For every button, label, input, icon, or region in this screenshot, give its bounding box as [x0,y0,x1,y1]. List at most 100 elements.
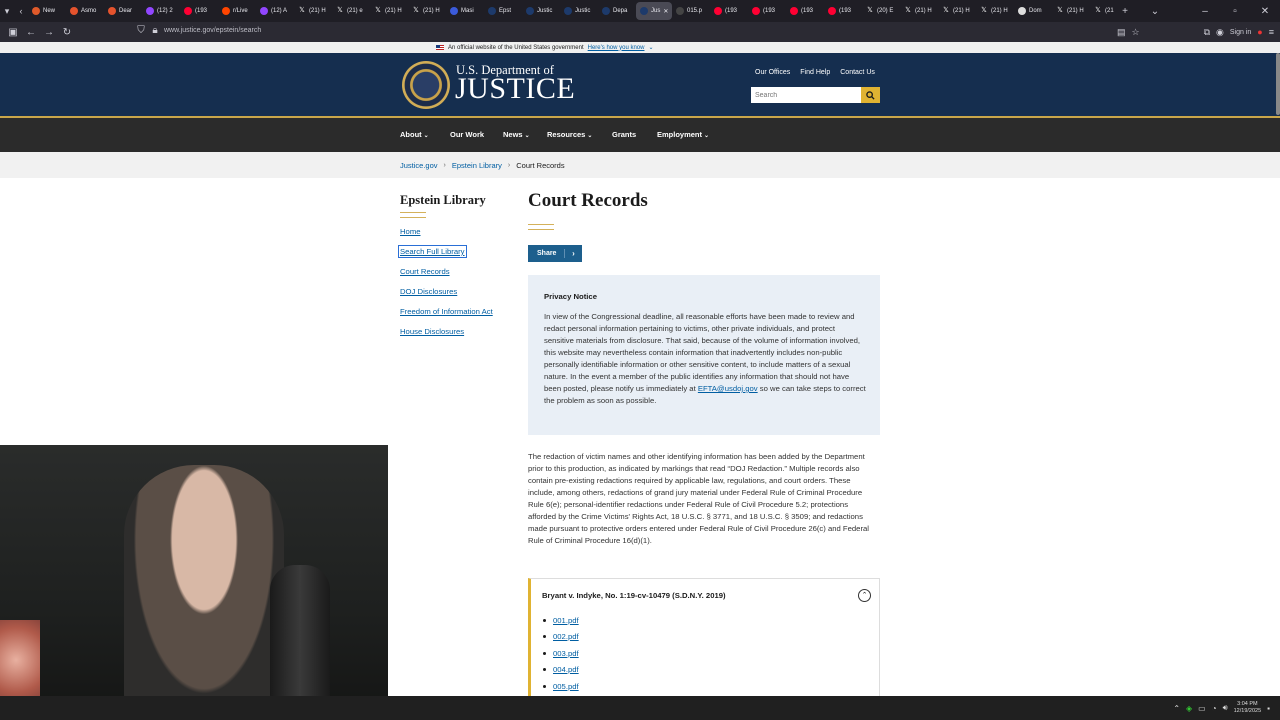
privacy-notice-title: Privacy Notice [544,292,597,301]
chevron-right-icon: › [564,249,582,258]
pdf-link[interactable]: 003.pdf [553,649,579,658]
util-link-our-offices[interactable]: Our Offices [755,69,790,76]
nav-employment[interactable]: Employment ⌄ [657,130,709,139]
sidebar-item-foia[interactable]: Freedom of Information Act [400,307,493,316]
tab-10[interactable]: 𝕏 (21) H [408,2,446,20]
tab-3[interactable]: (12) 2 [142,2,180,20]
search-button[interactable] [861,87,880,103]
pdf-link[interactable]: 004.pdf [553,665,579,674]
tab-18[interactable]: (193 [710,2,748,20]
nav-grants[interactable]: Grants [612,130,636,139]
toolbar-right: ▤ ☆ ⧉ ◉ Sign in ● ≡ [1117,22,1280,42]
tab-scroll-left-icon[interactable]: ‹ [14,6,28,16]
bullet [543,619,546,622]
network-icon[interactable]: ▭ [1198,704,1206,713]
util-link-contact-us[interactable]: Contact Us [840,69,875,76]
chevron-up-icon[interactable]: ⌃ [1173,704,1180,713]
tab-13[interactable]: Justic [522,2,560,20]
breadcrumb-epstein-library[interactable]: Epstein Library [452,161,502,170]
sign-in-button[interactable]: Sign in [1230,29,1251,36]
chevron-up-icon[interactable]: ⌃ [858,589,871,602]
breadcrumb-justice-gov[interactable]: Justice.gov [400,161,438,170]
tab-label: (193 [725,8,738,14]
tab-9[interactable]: 𝕏 (21) H [370,2,408,20]
tab-8[interactable]: 𝕏 (21) e [332,2,370,20]
sidebar-item-doj-disclosures[interactable]: DOJ Disclosures [400,287,457,296]
tab-14[interactable]: Justic [560,2,598,20]
reload-icon[interactable]: ↻ [58,27,76,38]
bookmark-star-icon[interactable]: ☆ [1132,27,1140,38]
tab-25[interactable]: 𝕏 (21) H [976,2,1014,20]
sidebar-item-search-full-library[interactable]: Search Full Library [398,245,467,258]
chevron-down-icon[interactable]: ⌄ [648,44,653,51]
nav-about[interactable]: About ⌄ [400,130,429,139]
scrollbar[interactable] [1276,53,1280,115]
accordion-title[interactable]: Bryant v. Indyke, No. 1:19-cv-10479 (S.D… [542,591,726,600]
menu-icon[interactable]: ≡ [1269,27,1274,37]
sidebar-item-home[interactable]: Home [400,227,421,236]
tab-16[interactable]: Jus ✕ [636,2,672,20]
tab-4[interactable]: (193 [180,2,218,20]
tab-list-icon[interactable]: ▾ [0,6,14,17]
tab-22[interactable]: 𝕏 (20) E [862,2,900,20]
tab-5[interactable]: r/Live [218,2,256,20]
reader-mode-icon[interactable]: ▤ [1117,27,1126,38]
tab-6[interactable]: (12) A [256,2,294,20]
maximize-icon[interactable]: ▫ [1220,6,1250,17]
tab-0[interactable]: New [28,2,66,20]
notification-icon[interactable]: ▪ [1267,704,1270,713]
minimize-icon[interactable]: – [1190,6,1220,17]
chevron-down-icon[interactable]: ⌄ [1140,6,1170,17]
tab-20[interactable]: (193 [786,2,824,20]
forward-icon[interactable]: → [40,27,58,38]
pdf-link[interactable]: 001.pdf [553,616,579,625]
tab-11[interactable]: Masi [446,2,484,20]
list-item: 001.pdf [543,616,579,625]
nav-our-work[interactable]: Our Work [450,130,484,139]
tab-12[interactable]: Epst [484,2,522,20]
heres-how-link[interactable]: Here's how you know [588,45,645,51]
tab-26[interactable]: Dom [1014,2,1052,20]
tab-15[interactable]: Depa [598,2,636,20]
x-logo-icon: 𝕏 [981,7,987,14]
site-title-main[interactable]: JUSTICE [455,72,575,106]
nav-resources[interactable]: Resources ⌄ [547,130,592,139]
extension-red-icon[interactable]: ● [1257,27,1262,37]
chevron-down-icon: ⌄ [524,133,530,139]
tab-19[interactable]: (193 [748,2,786,20]
tab-1[interactable]: Asmo [66,2,104,20]
close-tab-icon[interactable]: ✕ [663,8,668,15]
close-icon[interactable]: ✕ [1250,6,1280,17]
pdf-link[interactable]: 002.pdf [553,632,579,641]
tab-24[interactable]: 𝕏 (21) H [938,2,976,20]
sidebar-item-house-disclosures[interactable]: House Disclosures [400,327,464,336]
search-input[interactable] [751,87,861,103]
volume-icon[interactable]: 🔊︎ [1223,703,1228,713]
sidebar-toggle-icon[interactable]: ▣ [4,27,22,38]
util-link-find-help[interactable]: Find Help [800,69,830,76]
extensions-icon[interactable]: ⧉ [1204,27,1210,38]
nav-news[interactable]: News ⌄ [503,130,530,139]
system-tray: ⌃ ◈ ▭ ◔ 🔊︎ 3:04 PM 12/19/2025 ▪ [1173,701,1270,715]
tab-17[interactable]: 015.p [672,2,710,20]
tab-2[interactable]: Dear [104,2,142,20]
sidebar-item-court-records[interactable]: Court Records [400,267,450,276]
account-icon[interactable]: ◉ [1216,27,1224,38]
privacy-email-link[interactable]: EFTA@usdoj.gov [698,384,758,393]
tab-27[interactable]: 𝕏 (21) H [1052,2,1090,20]
tab-23[interactable]: 𝕏 (21) H [900,2,938,20]
share-button[interactable]: Share › [528,245,582,262]
tab-7[interactable]: 𝕏 (21) H [294,2,332,20]
clock[interactable]: 3:04 PM 12/19/2025 [1234,701,1262,715]
wifi-icon[interactable]: ◔ [1212,704,1217,713]
app-tray-icon[interactable]: ◈ [1186,704,1192,713]
redaction-paragraph: The redaction of victim names and other … [528,452,869,545]
pdf-link[interactable]: 005.pdf [553,682,579,691]
doj-seal-logo[interactable] [402,61,450,109]
tab-21[interactable]: (193 [824,2,862,20]
url-field[interactable]: www.justice.gov/epstein/search [164,27,261,34]
title-underline [528,224,554,230]
favicon-icon [526,7,534,15]
new-tab-icon[interactable]: + [1110,6,1140,17]
back-icon[interactable]: ← [22,27,40,38]
